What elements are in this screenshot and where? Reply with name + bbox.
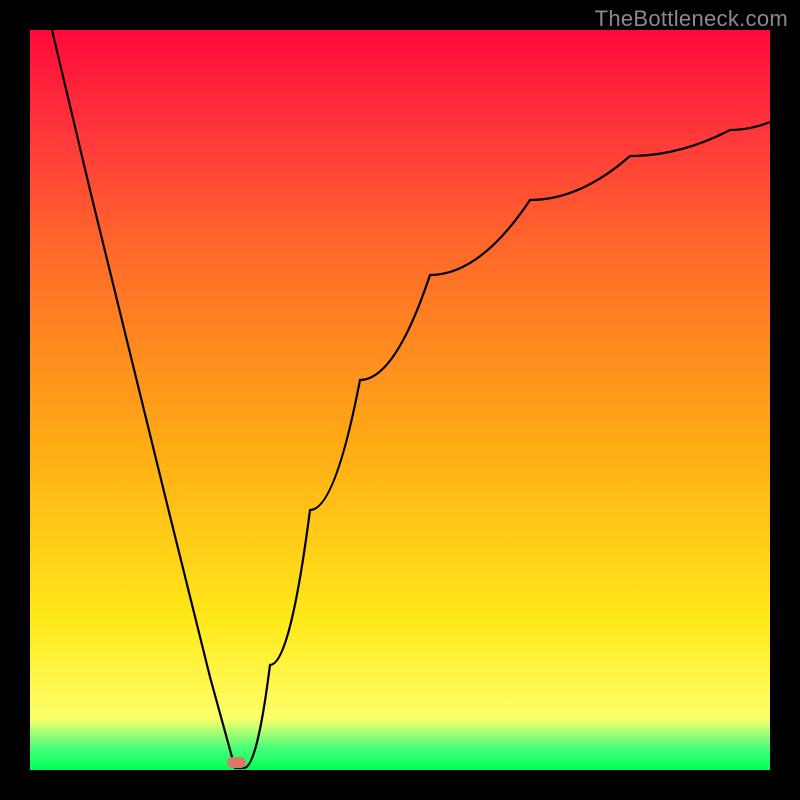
- curve-path: [52, 30, 770, 768]
- minimum-marker: [227, 757, 246, 768]
- plot-area: [30, 30, 770, 770]
- bottleneck-curve: [30, 30, 770, 770]
- watermark-text: TheBottleneck.com: [595, 6, 788, 32]
